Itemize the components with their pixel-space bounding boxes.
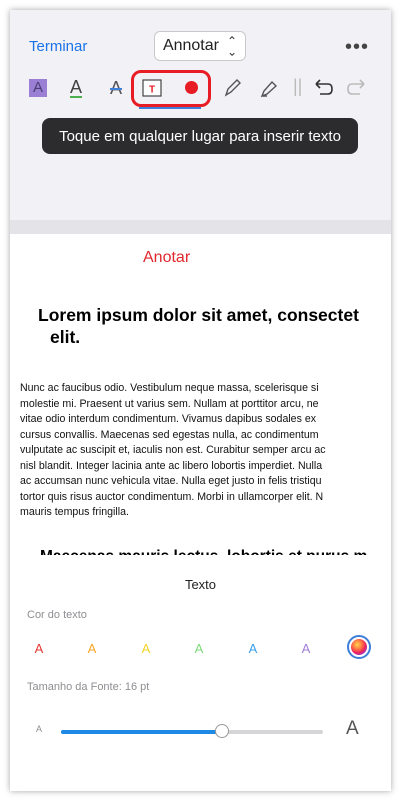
text-color-label: Cor do texto (27, 609, 87, 621)
highlight-glyph: A (29, 79, 47, 97)
slider-fill (61, 730, 223, 734)
document-body: Nunc ac faucibus odio. Vestibulum neque … (20, 381, 391, 521)
color-swatch-orange[interactable]: A (84, 641, 100, 656)
svg-text:T: T (149, 85, 155, 96)
body-line: Nunc ac faucibus odio. Vestibulum neque … (20, 382, 319, 394)
font-size-slider[interactable] (61, 724, 323, 738)
app-window: Terminar Annotar ⌃ ⌃ ••• A A A T || Toque… (10, 10, 391, 791)
highlight-text-icon[interactable]: A (24, 74, 52, 102)
toolbar-separator: || (293, 76, 303, 96)
strikethrough-text-icon[interactable]: A (102, 74, 130, 102)
pen-icon[interactable] (218, 74, 246, 102)
page-separator (10, 220, 391, 234)
font-size-min-icon: A (36, 724, 43, 734)
more-icon[interactable]: ••• (345, 36, 369, 59)
font-size-max-icon: A (346, 718, 359, 739)
body-line: mauris tempus fringilla. (20, 506, 129, 518)
color-wheel-icon (351, 639, 367, 655)
color-swatch-green[interactable]: A (191, 641, 207, 656)
document-page[interactable]: Anotar Lorem ipsum dolor sit amet, conse… (10, 234, 391, 565)
annotation-toolbar-area: Terminar Annotar ⌃ ⌃ ••• A A A T || Toque… (10, 10, 391, 220)
body-line: ac accumsan nunc vehicula vitae. Nulla e… (20, 475, 322, 487)
selected-tool-indicator (139, 107, 201, 109)
color-swatch-red[interactable]: A (31, 641, 47, 656)
slider-thumb[interactable] (215, 724, 230, 738)
title-line: elit. (50, 327, 81, 347)
redo-icon[interactable] (344, 74, 372, 102)
body-line: tortor quis risus auctor condimentum. Mo… (20, 490, 324, 503)
text-settings-panel: Texto Cor do texto A A A A A A Tamanho d… (10, 555, 391, 791)
record-icon[interactable] (185, 81, 198, 94)
document-title: Lorem ipsum dolor sit amet, consectet el… (38, 304, 391, 348)
underline-glyph: A (69, 77, 82, 98)
strike-glyph: A (109, 77, 122, 98)
inserted-text-annotation[interactable]: Anotar (143, 249, 190, 267)
insert-text-tooltip: Toque em qualquer lugar para inserir tex… (42, 118, 358, 154)
done-button[interactable]: Terminar (29, 38, 87, 55)
color-swatch-blue[interactable]: A (245, 641, 261, 656)
chevron-up-down-icon: ⌃ ⌃ (226, 34, 238, 58)
color-swatch-purple[interactable]: A (298, 641, 314, 656)
body-line: vitae odio interdum condimentum. Vivamus… (20, 413, 317, 425)
custom-color-picker-icon[interactable] (347, 635, 371, 659)
undo-icon[interactable] (308, 74, 336, 102)
underline-text-icon[interactable]: A (62, 74, 90, 102)
font-size-label: Tamanho da Fonte: 16 pt (27, 681, 150, 693)
text-box-icon[interactable]: T (141, 78, 163, 98)
body-line: vulputate ac suscipit et, iaculis non es… (20, 444, 326, 456)
body-line: molestie mi. Praesent ut varius sem. Nul… (20, 397, 319, 410)
mode-selector[interactable]: Annotar ⌃ ⌃ (154, 31, 246, 61)
color-swatch-yellow[interactable]: A (138, 641, 154, 656)
body-line: nisl blandit. Integer lacinia ante ac li… (20, 459, 323, 472)
title-line: Lorem ipsum dolor sit amet, consectet (38, 305, 359, 325)
highlighter-pen-icon[interactable] (255, 74, 283, 102)
body-line: cursus convallis. Maecenas sed egestas n… (20, 428, 319, 441)
panel-title: Texto (184, 577, 217, 592)
mode-label: Annotar (162, 37, 219, 54)
